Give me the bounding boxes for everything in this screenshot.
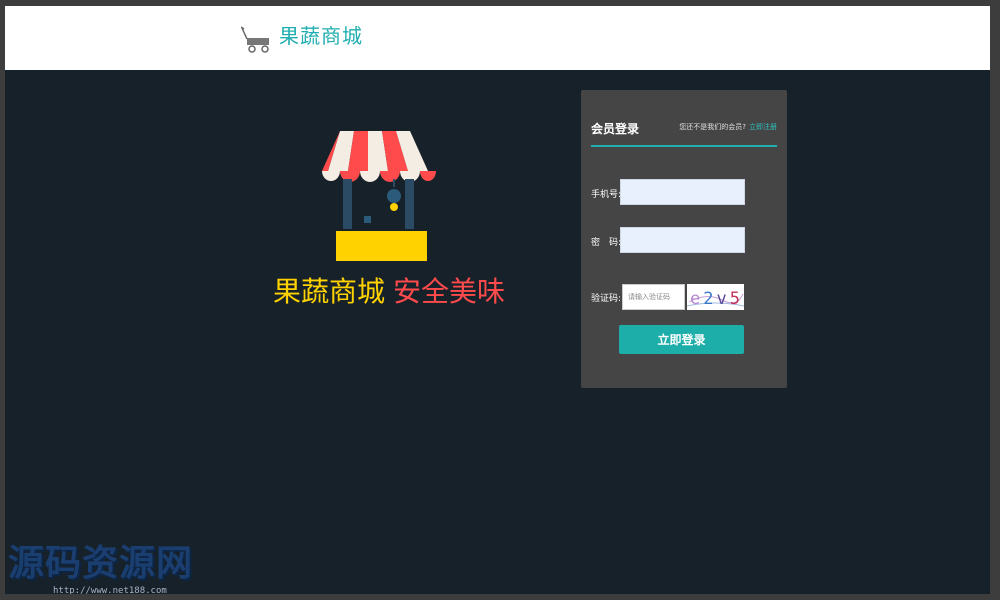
header: 果蔬商城: [5, 6, 990, 70]
market-stall-icon: [322, 131, 436, 261]
watermark-text: 源码资源网: [8, 543, 194, 584]
app-frame: 果蔬商城 果蔬商城 安全美味 会员登录 您还不是我们的会员? 立即注册 手机号:…: [5, 6, 990, 594]
login-title: 会员登录: [591, 122, 640, 136]
watermark-url: http://www.net188.com: [53, 586, 167, 594]
password-input[interactable]: [620, 227, 745, 253]
password-label: 密 码:: [591, 238, 622, 248]
hero-slogan: 果蔬商城 安全美味: [273, 270, 505, 310]
captcha-text: e2v5: [690, 289, 743, 309]
slogan-tagline: 安全美味: [393, 275, 506, 308]
title-divider: [591, 145, 777, 147]
slogan-brand: 果蔬商城: [273, 275, 386, 308]
captcha-image[interactable]: e2v5: [687, 284, 744, 310]
cart-icon: [241, 26, 269, 53]
captcha-char: 5: [730, 289, 743, 309]
site-logo-text[interactable]: 果蔬商城: [279, 20, 363, 49]
phone-label: 手机号:: [591, 190, 622, 200]
captcha-char: 2: [703, 289, 716, 309]
register-hint: 您还不是我们的会员? 立即注册: [679, 122, 777, 132]
login-panel: 会员登录 您还不是我们的会员?立即注册 手机号: 密 码: 验证码: e2v5 …: [581, 90, 787, 388]
register-link[interactable]: 立即注册: [749, 123, 777, 131]
login-submit-button[interactable]: 立即登录: [619, 325, 744, 354]
captcha-label: 验证码:: [591, 294, 622, 304]
captcha-char: e: [690, 289, 703, 309]
captcha-char: v: [717, 289, 730, 309]
captcha-input[interactable]: [622, 284, 685, 310]
phone-input[interactable]: [620, 179, 745, 205]
register-hint-text: 您还不是我们的会员?: [679, 123, 746, 131]
